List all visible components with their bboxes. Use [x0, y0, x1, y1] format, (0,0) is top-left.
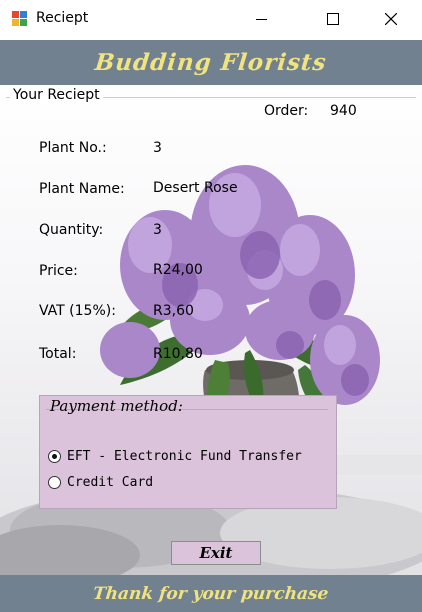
close-button[interactable]	[368, 0, 414, 38]
vat-value: R3,60	[153, 303, 194, 319]
header-banner: Budding Florists	[0, 40, 422, 85]
quantity-value: 3	[153, 222, 162, 238]
order-value: 940	[330, 103, 357, 119]
order-label: Order:	[264, 103, 309, 119]
radio-selected-icon[interactable]	[48, 450, 61, 463]
minimize-icon	[255, 18, 267, 20]
eft-radio-label: EFT - Electronic Fund Transfer	[67, 449, 302, 464]
receipt-window: Reciept Budding Florists Your Reciept Or…	[0, 0, 422, 612]
plant-no-value: 3	[153, 140, 162, 156]
app-icon	[12, 11, 28, 27]
close-icon	[385, 13, 397, 25]
plant-no-label: Plant No.:	[39, 140, 107, 156]
payment-method-legend: Payment method:	[50, 397, 183, 415]
total-value: R10,80	[153, 346, 203, 362]
exit-button[interactable]: Exit	[171, 541, 261, 565]
maximize-icon	[327, 13, 339, 25]
payment-method-group: Payment method: EFT - Electronic Fund Tr…	[39, 395, 337, 509]
maximize-button[interactable]	[310, 0, 356, 38]
window-title: Reciept	[36, 10, 89, 26]
receipt-group-label: Your Reciept	[10, 87, 103, 103]
credit-card-radio-label: Credit Card	[67, 475, 154, 490]
plant-name-label: Plant Name:	[39, 181, 125, 197]
title-bar: Reciept	[0, 0, 422, 38]
thank-you-message: Thank for your purchase	[92, 583, 330, 604]
quantity-label: Quantity:	[39, 222, 104, 238]
footer-banner: Thank for your purchase	[0, 575, 422, 612]
price-label: Price:	[39, 263, 78, 279]
shop-title: Budding Florists	[93, 49, 329, 76]
credit-card-radio[interactable]: Credit Card	[48, 475, 153, 490]
plant-name-value: Desert Rose	[153, 180, 238, 196]
radio-unselected-icon[interactable]	[48, 476, 61, 489]
eft-radio[interactable]: EFT - Electronic Fund Transfer	[48, 449, 302, 464]
total-label: Total:	[39, 346, 77, 362]
receipt-content: Your Reciept Order: 940 Plant No.: 3 Pla…	[0, 85, 422, 575]
minimize-button[interactable]	[238, 0, 284, 38]
vat-label: VAT (15%):	[39, 303, 116, 319]
price-value: R24,00	[153, 262, 203, 278]
